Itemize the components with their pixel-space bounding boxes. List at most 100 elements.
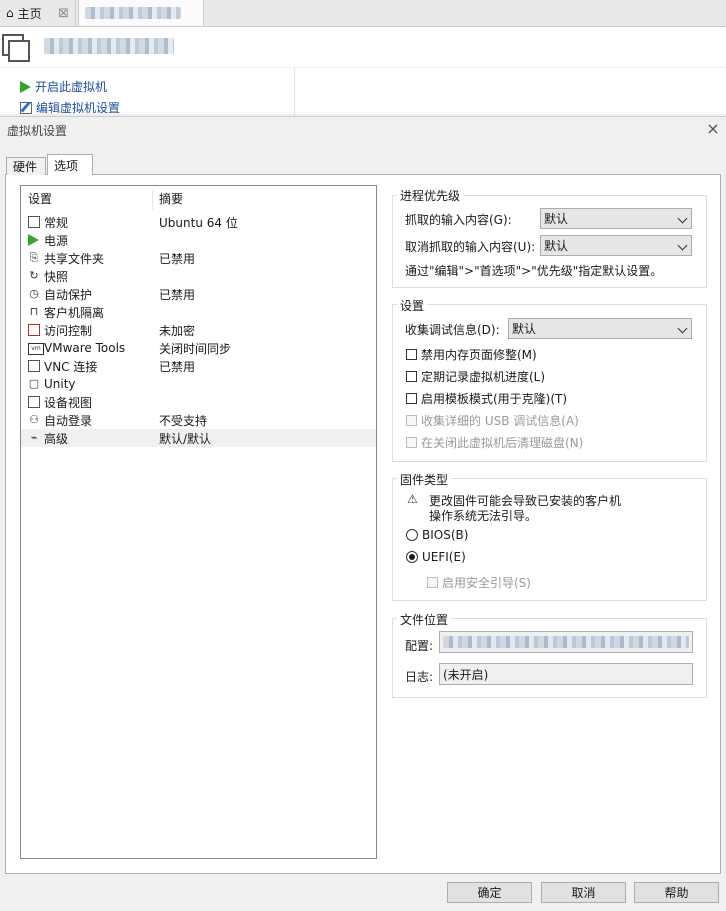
log-path-value: (未开启) — [443, 667, 489, 682]
ungrabbed-input-value: 默认 — [544, 239, 569, 253]
column-header-setting[interactable]: 设置 — [28, 190, 52, 207]
edit-icon — [20, 101, 32, 114]
general-icon — [28, 216, 40, 228]
list-item[interactable]: vm VMware Tools 关闭时间同步 — [21, 339, 376, 357]
checkbox-label: 收集详细的 USB 调试信息(A) — [421, 414, 579, 428]
chevron-down-icon — [677, 323, 688, 334]
vm-icon — [2, 34, 30, 62]
firmware-legend: 固件类型 — [397, 471, 452, 488]
close-icon[interactable]: ⊠ — [58, 6, 69, 21]
list-item-summary: 不受支持 — [159, 413, 208, 428]
checkbox-box — [406, 349, 417, 360]
checkbox-label: 启用模板模式(用于克隆)(T) — [421, 392, 568, 406]
log-progress-checkbox[interactable]: 定期记录虚拟机进度(L) — [406, 368, 545, 385]
settings-list[interactable]: 设置 摘要 常规 Ubuntu 64 位 电源 ⎘ 共享文件夹 已禁用 ↻ 快照… — [20, 185, 377, 859]
list-item[interactable]: ▢ Unity — [21, 375, 376, 393]
checkbox-box — [406, 437, 417, 448]
bios-radio[interactable]: BIOS(B) — [406, 528, 468, 542]
list-item[interactable]: 常规 Ubuntu 64 位 — [21, 213, 376, 231]
checkbox-label: 定期记录虚拟机进度(L) — [421, 370, 546, 384]
warning-icon: ⚠ — [407, 492, 418, 506]
ok-button[interactable]: 确定 — [447, 882, 532, 903]
device-view-icon — [28, 396, 40, 408]
list-item[interactable]: 访问控制 未加密 — [21, 321, 376, 339]
column-header-summary[interactable]: 摘要 — [159, 190, 183, 207]
checkbox-box — [406, 393, 417, 404]
list-item-summary: 默认/默认 — [159, 431, 212, 446]
file-location-legend: 文件位置 — [397, 611, 452, 628]
checkbox-box — [427, 577, 438, 588]
list-item-selected[interactable]: ⌁ 高级 默认/默认 — [21, 429, 376, 447]
list-item[interactable]: ⊓ 客户机隔离 — [21, 303, 376, 321]
start-vm-label: 开启此虚拟机 — [35, 80, 108, 94]
file-location-group — [392, 618, 707, 698]
unity-icon: ▢ — [28, 377, 40, 390]
list-item[interactable]: ⚇ 自动登录 不受支持 — [21, 411, 376, 429]
home-icon: ⌂ — [6, 6, 14, 20]
ungrabbed-input-label: 取消抓取的输入内容(U): — [405, 240, 536, 254]
lock-icon: ⊓ — [29, 305, 39, 318]
vmware-tools-icon: vm — [28, 343, 44, 355]
list-item-label: 客户机隔离 — [44, 305, 105, 320]
shared-folders-icon: ⎘ — [29, 251, 39, 264]
checkbox-label: 在关闭此虚拟机后清理磁盘(N) — [421, 436, 584, 450]
list-item-label: Unity — [44, 377, 76, 391]
debug-info-select[interactable]: 默认 — [508, 318, 692, 339]
redacted-vm-title — [44, 38, 174, 54]
home-tab[interactable]: ⌂ 主页 ⊠ — [0, 0, 76, 26]
list-item-label: 快照 — [44, 269, 69, 284]
list-item-summary: 关闭时间同步 — [159, 341, 232, 356]
config-label: 配置: — [405, 639, 434, 653]
checkbox-box — [406, 371, 417, 382]
list-item-label: 常规 — [44, 215, 69, 230]
grabbed-input-label: 抓取的输入内容(G): — [405, 213, 512, 227]
list-item[interactable]: 电源 — [21, 231, 376, 249]
tab-options[interactable]: 选项 — [47, 154, 93, 175]
column-separator[interactable] — [152, 190, 153, 210]
list-item[interactable]: ↻ 快照 — [21, 267, 376, 285]
autologin-icon: ⚇ — [29, 413, 39, 426]
list-item-label: VMware Tools — [44, 341, 126, 355]
priority-note: 通过"编辑">"首选项">"优先级"指定默认设置。 — [405, 264, 663, 278]
priority-legend: 进程优先级 — [397, 187, 464, 204]
settings-legend: 设置 — [397, 297, 428, 314]
list-item-summary: 未加密 — [159, 323, 196, 338]
list-item[interactable]: ◷ 自动保护 已禁用 — [21, 285, 376, 303]
close-icon[interactable]: × — [704, 119, 722, 138]
list-item[interactable]: VNC 连接 已禁用 — [21, 357, 376, 375]
power-icon — [28, 234, 39, 246]
tab-hardware[interactable]: 硬件 — [6, 157, 46, 175]
advanced-icon: ⌁ — [30, 431, 38, 444]
firmware-warning-line2: 操作系统无法引导。 — [429, 509, 538, 523]
list-item[interactable]: ⎘ 共享文件夹 已禁用 — [21, 249, 376, 267]
start-vm-link[interactable]: 开启此虚拟机 — [20, 78, 107, 95]
redacted-vm-name — [85, 7, 181, 19]
play-icon — [20, 80, 31, 93]
list-item[interactable]: 设备视图 — [21, 393, 376, 411]
ungrabbed-input-select[interactable]: 默认 — [540, 235, 692, 256]
config-path-field[interactable] — [439, 631, 693, 653]
disable-memory-trim-checkbox[interactable]: 禁用内存页面修整(M) — [406, 346, 537, 363]
checkbox-box — [406, 415, 417, 426]
list-item-label: 访问控制 — [44, 323, 93, 338]
edit-vm-link[interactable]: 编辑虚拟机设置 — [20, 99, 120, 116]
log-path-field[interactable]: (未开启) — [439, 663, 693, 685]
actions-divider — [294, 68, 295, 116]
access-control-icon — [28, 324, 40, 336]
checkbox-label: 禁用内存页面修整(M) — [421, 348, 537, 362]
list-item-summary: 已禁用 — [159, 287, 196, 302]
grabbed-input-select[interactable]: 默认 — [540, 208, 692, 229]
uefi-radio[interactable]: UEFI(E) — [406, 550, 466, 564]
snapshot-icon: ↻ — [29, 269, 39, 282]
secure-boot-checkbox: 启用安全引导(S) — [427, 574, 531, 591]
radio-circle — [406, 529, 418, 541]
usb-debug-checkbox: 收集详细的 USB 调试信息(A) — [406, 412, 579, 429]
clean-disk-checkbox: 在关闭此虚拟机后清理磁盘(N) — [406, 434, 583, 451]
help-button[interactable]: 帮助 — [634, 882, 719, 903]
list-item-label: 共享文件夹 — [44, 251, 105, 266]
cancel-button[interactable]: 取消 — [541, 882, 626, 903]
list-item-label: 电源 — [44, 233, 69, 248]
vm-tab[interactable] — [78, 0, 204, 26]
debug-info-label: 收集调试信息(D): — [405, 323, 500, 337]
template-mode-checkbox[interactable]: 启用模板模式(用于克隆)(T) — [406, 390, 567, 407]
